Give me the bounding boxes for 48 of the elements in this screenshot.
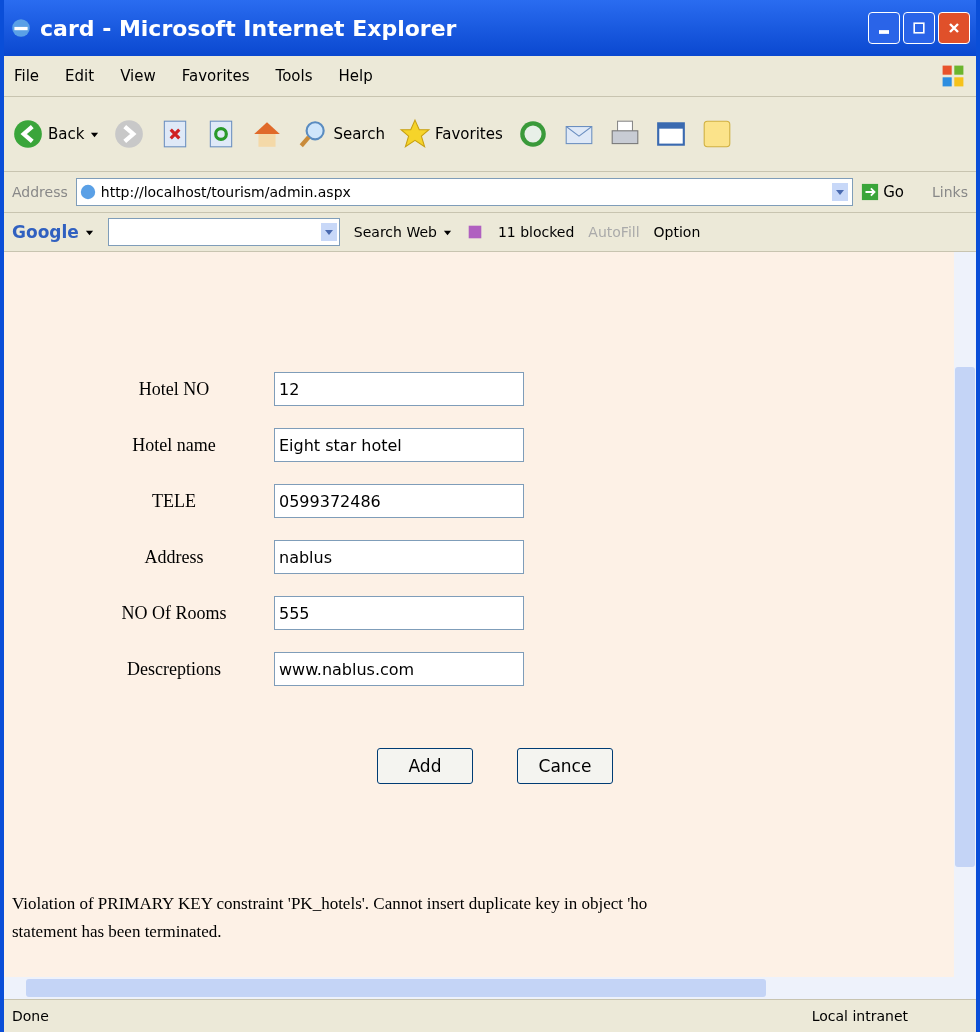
- window-title: card - Microsoft Internet Explorer: [40, 15, 458, 41]
- text-field[interactable]: Eight star hotel: [274, 428, 524, 462]
- text-field[interactable]: www.nablus.com: [274, 652, 524, 686]
- status-text: Done: [12, 1008, 49, 1024]
- windows-flag-icon: [940, 63, 966, 89]
- options-button[interactable]: Option: [653, 224, 701, 240]
- address-label: Address: [12, 184, 68, 200]
- error-message: Violation of PRIMARY KEY constraint 'PK_hotels'. Cannot insert duplicate key in object 'ho: [12, 894, 649, 914]
- page-icon: [78, 183, 97, 201]
- minimize-icon: [879, 30, 889, 34]
- field-label: NO Of Rooms: [120, 602, 228, 624]
- maximize-button[interactable]: [903, 12, 935, 44]
- menu-item[interactable]: Edit: [65, 67, 95, 85]
- address-field[interactable]: http://localhost/tourism/admin.aspx: [75, 178, 854, 206]
- field-label: TELE: [151, 490, 197, 512]
- search-web-button[interactable]: Search Web: [353, 224, 437, 240]
- dropdown-icon[interactable]: [832, 183, 849, 201]
- vertical-scrollbar[interactable]: [954, 252, 976, 977]
- security-zone: Local intranet: [811, 1008, 908, 1024]
- back-button[interactable]: Back: [12, 118, 85, 150]
- menu-item[interactable]: View: [120, 67, 156, 85]
- text-field[interactable]: nablus: [274, 540, 524, 574]
- text-field[interactable]: 555: [274, 596, 524, 630]
- go-button[interactable]: Go: [861, 183, 905, 201]
- search-button[interactable]: Search: [297, 118, 385, 150]
- menu-item[interactable]: Tools: [275, 67, 313, 85]
- dropdown-icon[interactable]: [320, 223, 337, 241]
- popup-blocker-button[interactable]: 11 blocked: [497, 224, 575, 240]
- text-field[interactable]: 12: [274, 372, 524, 406]
- horizontal-scrollbar[interactable]: [4, 977, 976, 999]
- star-icon: [398, 118, 431, 150]
- maximize-icon: [911, 20, 927, 36]
- form-button[interactable]: Add: [377, 748, 473, 784]
- field-label: Descreptions: [126, 658, 222, 680]
- google-logo[interactable]: Google: [12, 222, 79, 242]
- field-label: Address: [143, 546, 205, 568]
- google-search-field[interactable]: [107, 218, 340, 246]
- close-button[interactable]: [938, 12, 970, 44]
- form-button[interactable]: Cance: [517, 748, 613, 784]
- field-label: Hotel name: [131, 434, 217, 456]
- error-message: statement has been terminated.: [12, 922, 223, 942]
- field-label: Hotel NO: [137, 378, 211, 400]
- minimize-button[interactable]: [868, 12, 900, 44]
- menu-item[interactable]: Help: [338, 67, 373, 85]
- menu-item[interactable]: File: [14, 67, 40, 85]
- favorites-button[interactable]: Favorites: [398, 118, 503, 150]
- text-field[interactable]: 0599372486: [274, 484, 524, 518]
- menu-item[interactable]: Favorites: [181, 67, 250, 85]
